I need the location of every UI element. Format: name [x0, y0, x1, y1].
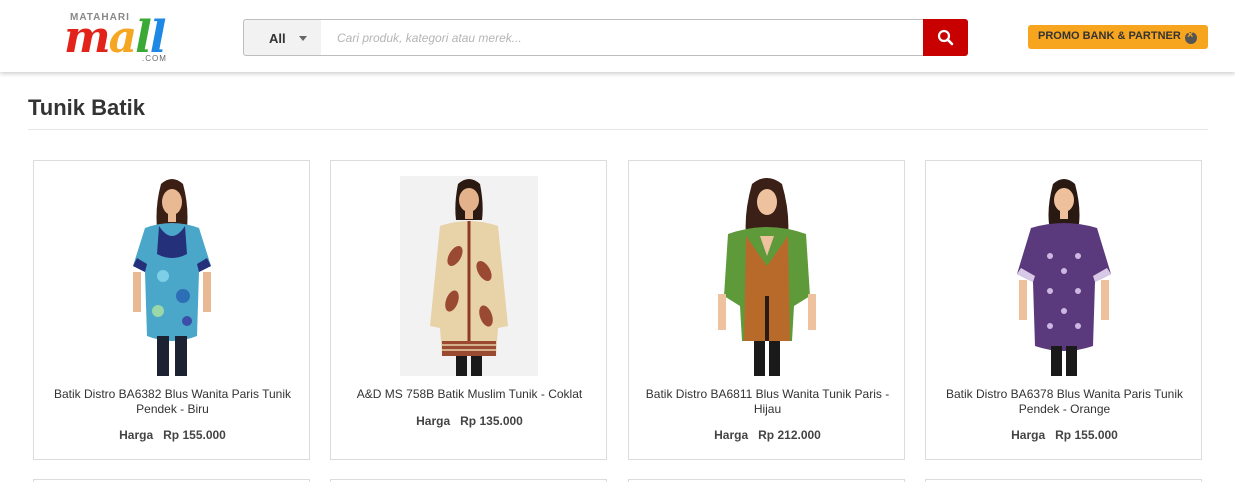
product-image[interactable]: [995, 176, 1133, 376]
price-label: Harga: [416, 414, 451, 428]
product-card[interactable]: Batik Distro BA6382 Blus Wanita Paris Tu…: [33, 160, 310, 460]
logo-suffix: .COM: [142, 54, 167, 63]
product-price: Harga Rp 155.000: [926, 428, 1203, 442]
page-title: Tunik Batik: [28, 95, 145, 120]
product-card[interactable]: Batik Distro BA6811 Blus Wanita Tunik Pa…: [628, 160, 905, 460]
product-price: Harga Rp 135.000: [331, 414, 608, 428]
product-price: Harga Rp 212.000: [629, 428, 906, 442]
product-name[interactable]: Batik Distro BA6382 Blus Wanita Paris Tu…: [44, 387, 301, 417]
price-value: Rp 135.000: [460, 414, 523, 428]
site-header: MATAHARI mall .COM All PROMO BANK & PART…: [0, 0, 1235, 72]
close-circle-icon: [1185, 29, 1197, 44]
search-input[interactable]: [321, 19, 924, 56]
price-label: Harga: [1011, 428, 1046, 442]
search-category-select[interactable]: All: [243, 19, 322, 56]
product-name[interactable]: A&D MS 758B Batik Muslim Tunik - Coklat: [341, 387, 598, 402]
search-button[interactable]: [923, 19, 968, 56]
chevron-down-icon: [299, 36, 307, 41]
product-price: Harga Rp 155.000: [34, 428, 311, 442]
product-card[interactable]: A&D MS 758B Batik Muslim Tunik - Coklat …: [330, 160, 607, 460]
promo-bank-partner-button[interactable]: PROMO BANK & PARTNER: [1028, 25, 1208, 49]
price-value: Rp 212.000: [758, 428, 821, 442]
promo-label: PROMO BANK & PARTNER: [1038, 30, 1181, 42]
price-label: Harga: [119, 428, 154, 442]
matahari-mall-logo[interactable]: MATAHARI mall .COM: [62, 10, 177, 66]
search-icon: [937, 29, 954, 46]
product-card[interactable]: Batik Distro BA6378 Blus Wanita Paris Tu…: [925, 160, 1202, 460]
product-image[interactable]: [400, 176, 538, 376]
product-image[interactable]: [698, 176, 836, 376]
product-name[interactable]: Batik Distro BA6378 Blus Wanita Paris Tu…: [936, 387, 1193, 417]
price-value: Rp 155.000: [1055, 428, 1118, 442]
title-divider: [28, 129, 1208, 130]
price-label: Harga: [714, 428, 749, 442]
price-value: Rp 155.000: [163, 428, 226, 442]
search-bar: All: [243, 19, 968, 56]
search-category-label: All: [269, 31, 286, 46]
product-image[interactable]: [103, 176, 241, 376]
product-name[interactable]: Batik Distro BA6811 Blus Wanita Tunik Pa…: [639, 387, 896, 417]
